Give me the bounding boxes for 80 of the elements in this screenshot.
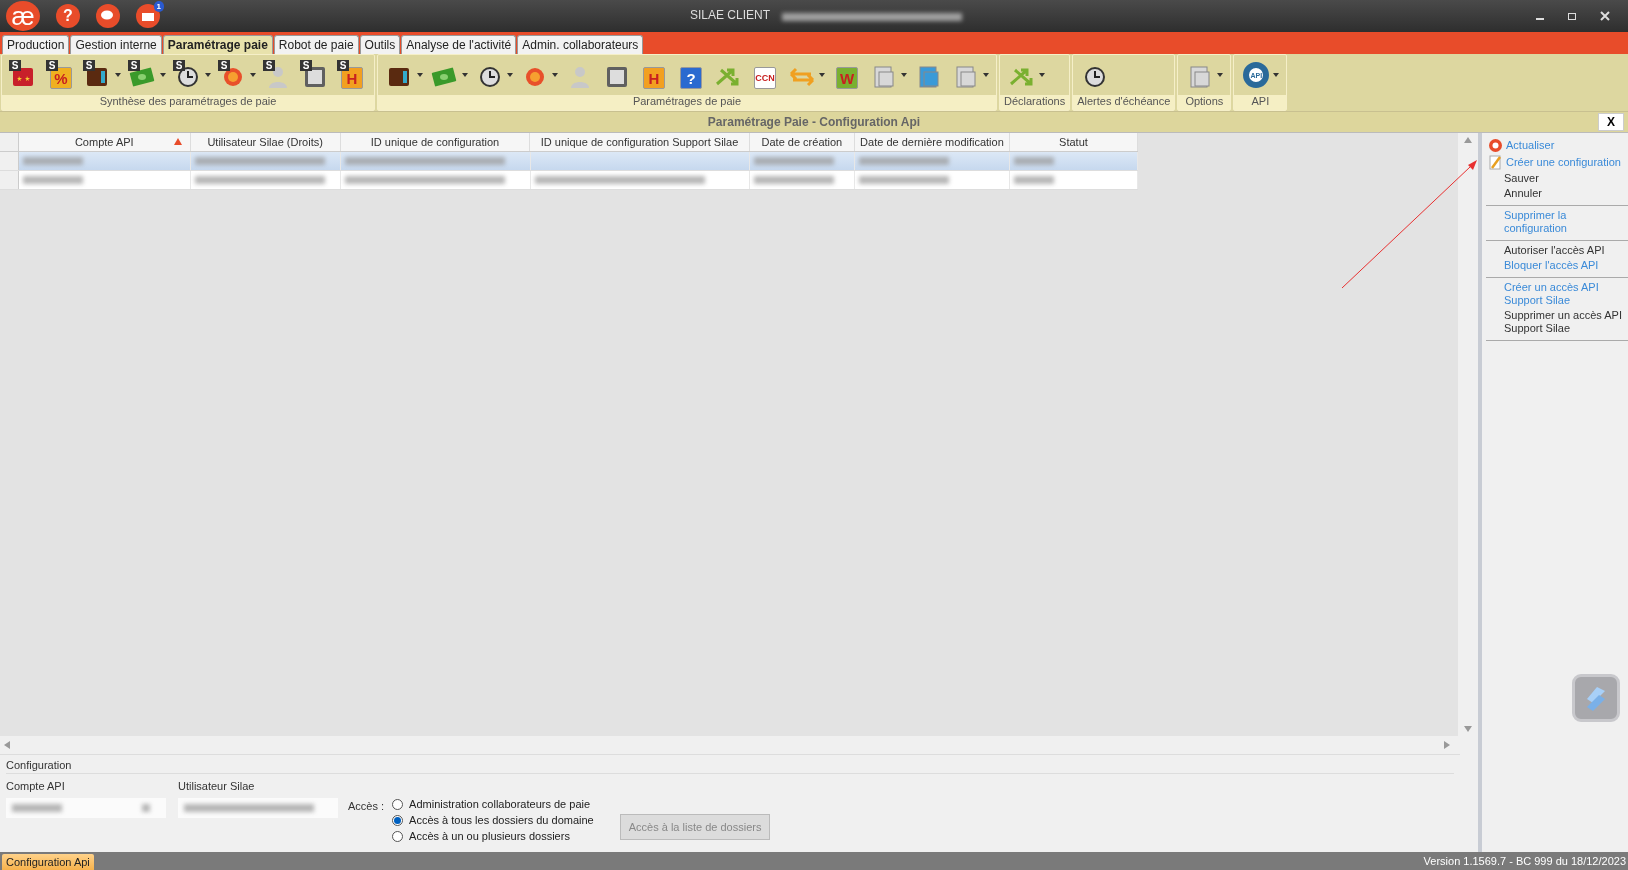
column-header[interactable]: ID unique de configuration Support Silae: [530, 133, 750, 151]
window-title: SILAE CLIENT: [690, 8, 771, 22]
chat-icon: [101, 10, 115, 22]
ribbon-tab[interactable]: Analyse de l'activité: [401, 35, 517, 54]
toolbar-button[interactable]: H S: [335, 58, 369, 92]
column-header[interactable]: Date de dernière modification: [855, 133, 1010, 151]
badge-letter: S: [300, 60, 312, 71]
app-shortcut-button[interactable]: [1572, 674, 1620, 722]
field-label: Compte API: [6, 780, 66, 792]
row-selector[interactable]: [0, 152, 19, 170]
letter-tile-icon: CCN: [754, 67, 776, 89]
scroll-left-icon[interactable]: [4, 741, 10, 749]
column-header[interactable]: Date de création: [749, 133, 855, 151]
restore-icon[interactable]: [1568, 11, 1578, 21]
badge-letter: S: [83, 60, 95, 71]
badge-letter: S: [337, 60, 349, 71]
group-label: API: [1234, 95, 1287, 110]
toolbar-button[interactable]: S: [126, 58, 168, 92]
group-label: Paramétrages de paie: [378, 95, 996, 110]
refresh-icon: [1488, 138, 1503, 153]
radio-icon[interactable]: [392, 830, 404, 842]
ribbon-tab[interactable]: Paramétrage paie: [162, 35, 273, 54]
close-button[interactable]: X: [1598, 113, 1624, 131]
pencil-icon: [1488, 155, 1503, 170]
ribbon-tab[interactable]: Outils: [359, 35, 401, 54]
panel-title: Paramétrage Paie - Configuration Api: [707, 115, 921, 129]
scroll-down-icon[interactable]: [1464, 726, 1472, 732]
user-dropdown[interactable]: [178, 798, 338, 818]
scroll-right-icon[interactable]: [1444, 741, 1450, 749]
badge-letter: S: [9, 60, 21, 71]
toolbar-button[interactable]: S: [81, 58, 123, 92]
toolbar-button[interactable]: S: [298, 58, 332, 92]
close-icon[interactable]: [1600, 11, 1610, 21]
mail-icon: [142, 10, 154, 22]
letter-tile-icon: ?: [680, 67, 702, 89]
toolbar-button[interactable]: CCN: [748, 58, 782, 92]
row-selector[interactable]: [0, 171, 19, 189]
toolbar-button[interactable]: % S: [44, 58, 78, 92]
notification-badge: 1: [153, 1, 164, 12]
badge-letter: S: [46, 60, 58, 71]
badge-letter: S: [128, 60, 140, 71]
field-label: Utilisateur Silae: [178, 780, 256, 792]
radio-icon[interactable]: [392, 798, 404, 810]
scroll-up-icon[interactable]: [1464, 137, 1472, 143]
toolbar-button[interactable]: S: [171, 58, 213, 92]
table-row[interactable]: [0, 152, 1138, 171]
table-row[interactable]: [0, 171, 1138, 190]
group-label: Options: [1178, 95, 1231, 110]
radio-option[interactable]: Accès à tous les dossiers du domaine: [392, 814, 594, 826]
badge-letter: S: [263, 60, 275, 71]
column-header[interactable]: Utilisateur Silae (Droits): [190, 133, 341, 151]
group-label: Alertes d'échéance: [1073, 95, 1175, 110]
letter-tile-icon: W: [836, 67, 858, 89]
status-tab[interactable]: Configuration Api: [2, 854, 94, 870]
help-button[interactable]: ?: [56, 4, 80, 28]
group-label: Déclarations: [1000, 95, 1070, 110]
chat-button[interactable]: [96, 4, 120, 28]
ribbon-tab[interactable]: Robot de paie: [273, 35, 359, 54]
version-text: Version 1.1569.7 - BC 999 du 18/12/2023: [1423, 855, 1627, 869]
section-legend: Configuration: [6, 759, 1454, 774]
app-logo[interactable]: æ: [6, 1, 40, 31]
badge-letter: S: [218, 60, 230, 71]
toolbar-button[interactable]: S: [216, 58, 258, 92]
radio-option[interactable]: Accès à un ou plusieurs dossiers: [392, 830, 594, 842]
toolbar-button[interactable]: S: [261, 58, 295, 92]
access-label: Accès :: [348, 800, 385, 814]
ribbon-tab[interactable]: Gestion interne: [70, 35, 162, 54]
ribbon-tab[interactable]: Admin. collaborateurs: [517, 35, 644, 54]
column-header[interactable]: ID unique de configuration: [340, 133, 531, 151]
letter-tile-icon: H: [643, 67, 665, 89]
radio-icon[interactable]: [392, 814, 404, 826]
toolbar-button[interactable]: S: [7, 58, 41, 92]
column-header[interactable]: Compte API: [18, 133, 191, 151]
toolbar-button[interactable]: ?: [674, 58, 708, 92]
group-label: Synthèse des paramétrages de paie: [2, 95, 374, 110]
account-field[interactable]: [6, 798, 166, 818]
radio-option[interactable]: Administration collaborateurs de paie: [392, 798, 594, 810]
ribbon-tab[interactable]: Production: [2, 35, 70, 54]
badge-letter: S: [173, 60, 185, 71]
column-header[interactable]: Statut: [1009, 133, 1138, 151]
